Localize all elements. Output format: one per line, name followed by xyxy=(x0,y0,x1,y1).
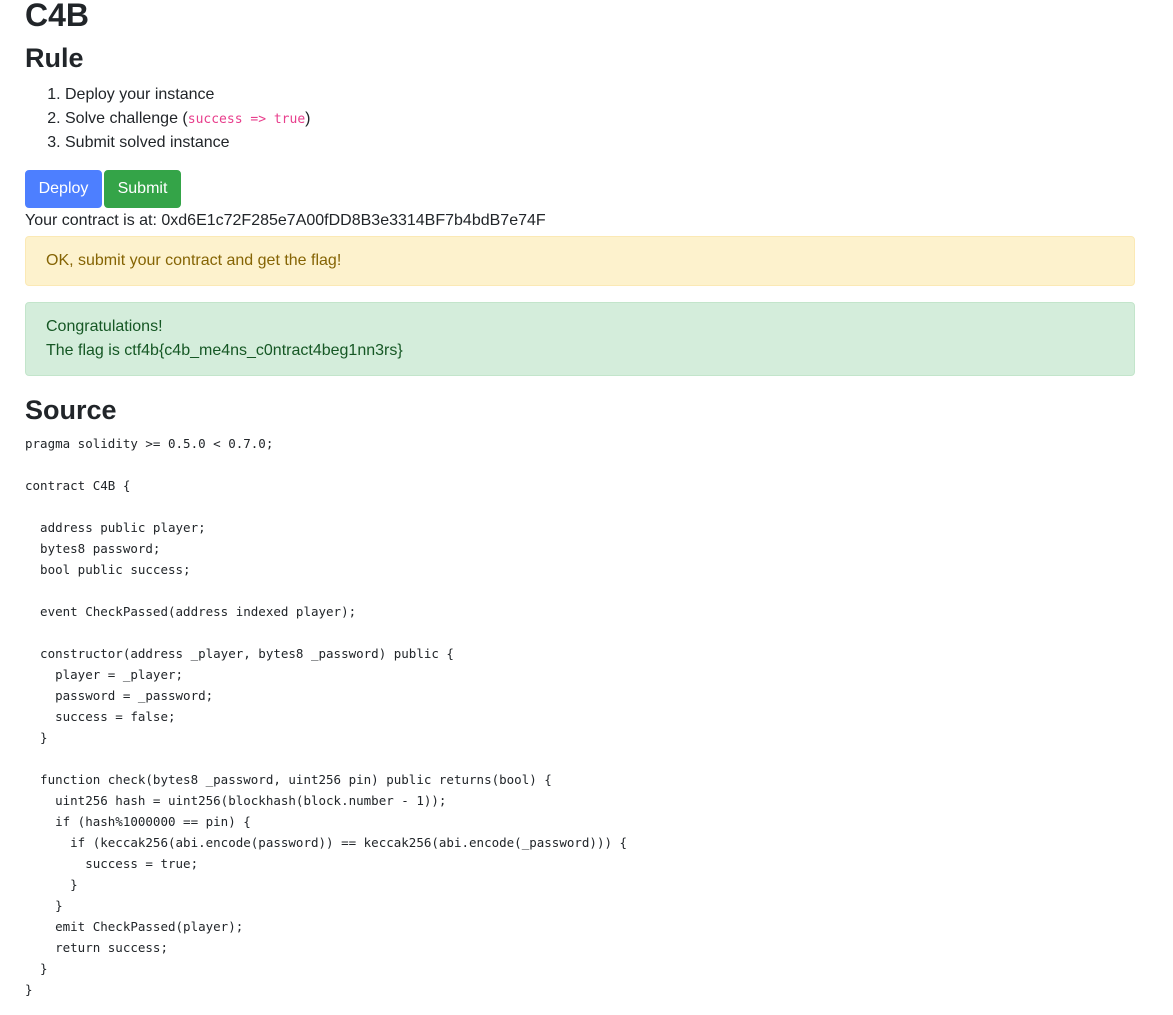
rule-heading: Rule xyxy=(25,43,84,73)
source-heading: Source xyxy=(25,395,117,425)
rule-list: Deploy your instance Solve challenge (su… xyxy=(25,83,310,155)
success-alert: Congratulations! The flag is ctf4b{c4b_m… xyxy=(25,302,1135,376)
rule-step-1-text: Deploy your instance xyxy=(65,86,215,103)
contract-address: Your contract is at: 0xd6E1c72F285e7A00f… xyxy=(25,212,546,229)
rule-step-3: Submit solved instance xyxy=(65,131,310,155)
rule-step-3-text: Submit solved instance xyxy=(65,134,230,151)
rule-step-2-text-after: ) xyxy=(305,110,311,127)
success-condition-code: success => true xyxy=(187,112,306,127)
page-title: C4B xyxy=(25,0,90,33)
warning-alert: OK, submit your contract and get the fla… xyxy=(25,236,1135,286)
rule-step-2-text-before: Solve challenge ( xyxy=(65,110,188,127)
deploy-button[interactable]: Deploy xyxy=(25,170,102,208)
rule-step-1: Deploy your instance xyxy=(65,83,310,107)
rule-step-2: Solve challenge (success => true) xyxy=(65,107,310,131)
submit-button[interactable]: Submit xyxy=(104,170,181,208)
flag-text: The flag is ctf4b{c4b_me4ns_c0ntract4beg… xyxy=(46,342,403,359)
warning-alert-text: OK, submit your contract and get the fla… xyxy=(46,252,342,269)
success-alert-line-1: Congratulations! xyxy=(46,318,163,335)
source-code-block: pragma solidity >= 0.5.0 < 0.7.0; contra… xyxy=(25,436,628,997)
action-buttons: Deploy Submit xyxy=(25,170,181,208)
